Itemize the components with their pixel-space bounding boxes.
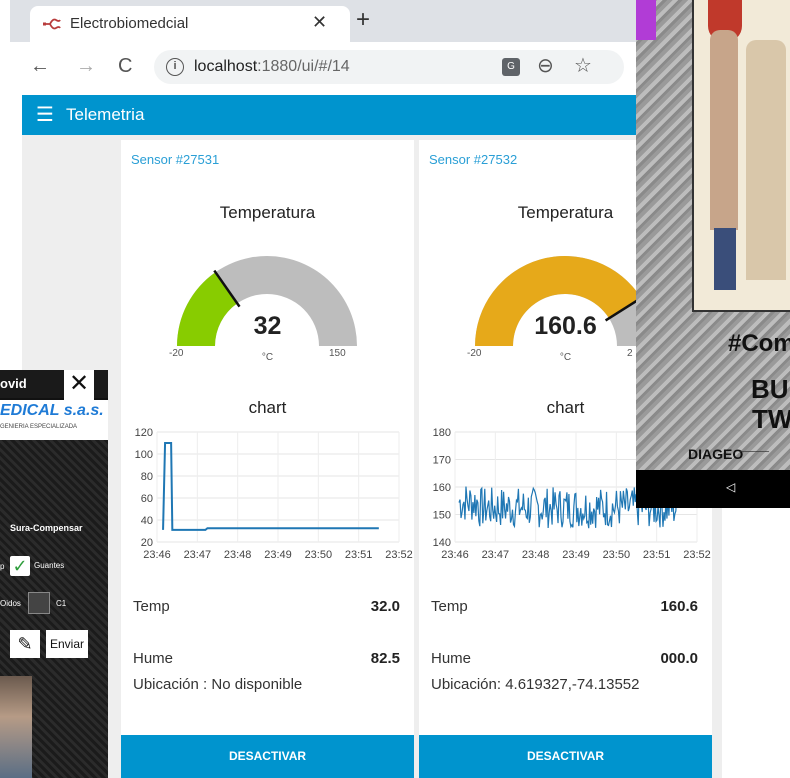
chart-y-tick: 120 [135,427,153,439]
gauge-min: -20 [169,348,184,359]
info-icon[interactable]: i [166,58,184,76]
ad-fine-print: ━━━━━━━━━━━━ [740,449,769,454]
temp-label: Temp [133,598,170,615]
temp-label: Temp [431,598,468,615]
line-chart: 20 40 60 80 100 120 23:46 23:47 23:48 23:49 23:50 2… [135,427,413,561]
gauge-title: Temperatura [219,203,316,222]
tab-title: Electrobiomedcial [70,15,189,32]
phone-header: ovid ✕ [0,370,108,400]
tools-icon[interactable]: ✕ [64,370,94,400]
back-triangle-icon[interactable]: ◁ [726,480,735,494]
chart-x-tick: 23:52 [683,549,711,561]
chart-y-tick: 140 [433,537,451,549]
edit-icon[interactable]: ✎ [10,630,40,658]
oidos-checkbox[interactable] [28,592,50,614]
browser-toolbar: ← → C i localhost:1880/ui/#/14 G ⊖ ☆ [22,42,640,92]
phone-logo: EDICAL s.a.s. GENIERIA ESPECIALIZADA [0,400,108,440]
chart-y-tick: 60 [141,493,153,505]
temp-value: 32.0 [370,598,400,615]
back-button[interactable]: ← [30,54,50,78]
phone-title: ovid [0,376,27,391]
hume-label: Hume [133,650,174,667]
chart-x-tick: 23:48 [522,549,550,561]
deactivate-button-2[interactable]: DESACTIVAR [419,735,712,778]
phone-sura-label: Sura-Compensar [10,523,83,533]
chart-series-line [162,442,379,531]
sensor-card-1: Sensor #27531 Temperatura 32 °C -20 150 … [121,140,414,738]
enviar-button[interactable]: Enviar [46,630,88,658]
gauge-value: 32 [253,312,282,340]
gauge-max: 2 [627,348,633,359]
chart-x-tick: 23:49 [264,549,292,561]
hume-value: 82.5 [370,650,400,667]
ad-figure-1-legs [714,228,736,290]
ad-text-1: BU [751,374,789,404]
chart-x-tick: 23:46 [143,549,171,561]
chart-y-tick: 160 [433,482,451,494]
dashboard-header: ☰ Telemetria [22,95,640,135]
ad-overlay: #Com BU TW DIAGEO ━━━━━━━━━━━━ ◁ [636,0,790,508]
guantes-label: Guantes [34,561,65,570]
ad-figure-2 [746,40,786,280]
new-tab-button[interactable]: + [356,8,370,32]
ad-hashtag: #Com [728,330,790,357]
android-nav-bar: ◁ [636,470,790,508]
sensor-name: Sensor #27532 [429,152,518,167]
chart-y-tick: 40 [141,515,153,527]
hume-label: Hume [431,650,472,667]
reload-button[interactable]: C [118,54,132,78]
chart-x-tick: 23:48 [224,549,252,561]
ad-text-2: TW [752,404,790,434]
zoom-out-icon[interactable]: ⊖ [537,53,554,78]
translate-icon[interactable]: G [502,58,520,76]
page-title: Telemetria [66,105,145,124]
chart-y-tick: 20 [141,537,153,549]
browser-tabstrip: Electrobiomedcial ✕ + [10,0,640,42]
phone-p-label: p [0,562,5,571]
node-red-icon [43,18,61,30]
browser-tab[interactable]: Electrobiomedcial ✕ [30,6,350,42]
address-bar[interactable]: i localhost:1880/ui/#/14 G ⊖ ☆ [154,50,624,84]
sensor-name: Sensor #27531 [131,152,220,167]
chart-y-tick: 180 [433,427,451,439]
gauge-unit: °C [261,352,274,363]
check-icon[interactable]: ✓ [10,556,30,576]
ad-decoration [636,0,656,40]
chart-x-tick: 23:47 [482,549,510,561]
bookmark-star-icon[interactable]: ☆ [574,53,592,78]
url-text: localhost:1880/ui/#/14 [194,58,350,75]
phone-screenshot: ovid ✕ EDICAL s.a.s. GENIERIA ESPECIALIZ… [0,370,108,778]
ad-figure-1 [710,30,738,230]
chart-y-tick: 80 [141,471,153,483]
chart-x-tick: 23:51 [345,549,373,561]
gauge-min: -20 [467,348,482,359]
chart-x-tick: 23:52 [385,549,413,561]
chart-y-tick: 150 [433,510,451,522]
chart-x-tick: 23:50 [603,549,631,561]
temp-value: 160.6 [660,598,698,615]
location-text: Ubicación: 4.619327,-74.13552 [431,676,640,693]
hamburger-menu-icon[interactable]: ☰ [36,103,54,127]
chart-y-tick: 100 [135,449,153,461]
chart-x-tick: 23:50 [305,549,333,561]
location-text: Ubicación : No disponible [133,676,303,693]
chart-x-tick: 23:47 [184,549,212,561]
deactivate-button-1[interactable]: DESACTIVAR [121,735,414,778]
chart-x-tick: 23:51 [643,549,671,561]
gauge-max: 150 [329,348,346,359]
camera-photo [0,676,32,778]
chart-y-tick: 170 [433,455,451,467]
ad-brand: DIAGEO [688,446,744,462]
hume-value: 000.0 [660,650,698,667]
chart-x-tick: 23:49 [562,549,590,561]
forward-button[interactable]: → [76,54,96,78]
close-tab-icon[interactable]: ✕ [312,12,327,33]
chart-x-tick: 23:46 [441,549,469,561]
c1-label: C1 [56,599,67,608]
chart-title: chart [248,398,287,417]
oidos-label: Oidos [0,599,21,608]
